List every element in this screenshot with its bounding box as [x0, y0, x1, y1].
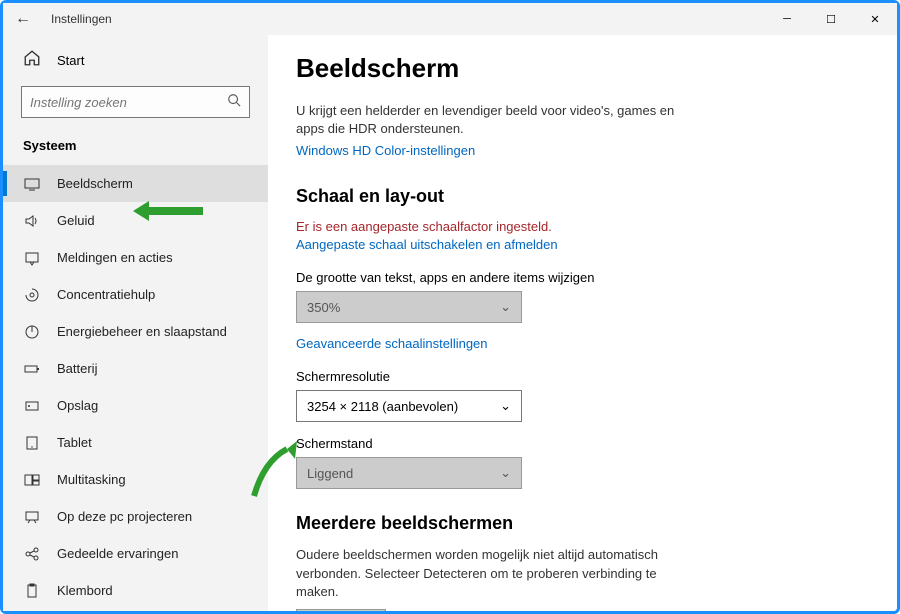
textsize-value: 350% — [307, 300, 340, 315]
textsize-label: De grootte van tekst, apps en andere ite… — [296, 270, 869, 285]
nav-multitasking[interactable]: Multitasking — [3, 461, 268, 498]
orientation-value: Liggend — [307, 466, 353, 481]
main-content: Beeldscherm U krijgt een helderder en le… — [268, 35, 897, 611]
maximize-button[interactable]: ☐ — [809, 3, 853, 35]
search-icon — [227, 93, 241, 112]
scale-warning: Er is een aangepaste schaalfactor ingest… — [296, 219, 869, 234]
battery-icon — [23, 361, 41, 377]
multidisplay-heading: Meerdere beeldschermen — [296, 513, 869, 534]
home-label: Start — [57, 53, 84, 68]
disable-scale-link[interactable]: Aangepaste schaal uitschakelen en afmeld… — [296, 237, 558, 252]
hdr-settings-link[interactable]: Windows HD Color-instellingen — [296, 143, 475, 158]
nav-ervaringen[interactable]: Gedeelde ervaringen — [3, 535, 268, 572]
chevron-down-icon: ⌄ — [500, 299, 511, 315]
search-input[interactable] — [30, 95, 227, 110]
minimize-button[interactable]: ─ — [765, 3, 809, 35]
nav-projecteren[interactable]: Op deze pc projecteren — [3, 498, 268, 535]
storage-icon — [23, 398, 41, 414]
home-icon — [23, 49, 41, 72]
titlebar: ← Instellingen ─ ☐ ✕ — [3, 3, 897, 35]
advanced-scale-link[interactable]: Geavanceerde schaalinstellingen — [296, 336, 488, 351]
resolution-label: Schermresolutie — [296, 369, 869, 384]
chevron-down-icon: ⌄ — [500, 398, 511, 414]
nav-tablet[interactable]: Tablet — [3, 424, 268, 461]
close-button[interactable]: ✕ — [853, 3, 897, 35]
multitasking-icon — [23, 472, 41, 488]
sidebar: Start Systeem Beeldscherm Geluid Melding… — [3, 35, 268, 611]
resolution-value: 3254 × 2118 (aanbevolen) — [307, 399, 458, 414]
back-button[interactable]: ← — [3, 10, 43, 28]
focus-icon — [23, 287, 41, 303]
nav-energiebeheer[interactable]: Energiebeheer en slaapstand — [3, 313, 268, 350]
orientation-label: Schermstand — [296, 436, 869, 451]
nav-batterij[interactable]: Batterij — [3, 350, 268, 387]
hdr-description: U krijgt een helderder en levendiger bee… — [296, 102, 696, 138]
nav-opslag[interactable]: Opslag — [3, 387, 268, 424]
shared-icon — [23, 546, 41, 562]
nav-beeldscherm[interactable]: Beeldscherm — [3, 165, 268, 202]
tablet-icon — [23, 435, 41, 451]
resolution-dropdown[interactable]: 3254 × 2118 (aanbevolen) ⌄ — [296, 390, 522, 422]
annotation-arrow — [133, 199, 203, 223]
power-icon — [23, 324, 41, 340]
sound-icon — [23, 213, 41, 229]
scale-heading: Schaal en lay-out — [296, 186, 869, 207]
multidisplay-text: Oudere beeldschermen worden mogelijk nie… — [296, 546, 696, 601]
orientation-dropdown: Liggend ⌄ — [296, 457, 522, 489]
section-label: Systeem — [3, 134, 268, 165]
textsize-dropdown: 350% ⌄ — [296, 291, 522, 323]
annotation-arrow — [249, 441, 299, 501]
nav-meldingen[interactable]: Meldingen en acties — [3, 239, 268, 276]
search-box[interactable] — [21, 86, 250, 118]
clipboard-icon — [23, 583, 41, 599]
display-icon — [23, 176, 41, 192]
detect-button[interactable]: Detecteren — [296, 609, 386, 611]
home-button[interactable]: Start — [3, 43, 268, 82]
page-title: Beeldscherm — [296, 53, 869, 84]
notifications-icon — [23, 250, 41, 266]
nav-concentratiehulp[interactable]: Concentratiehulp — [3, 276, 268, 313]
project-icon — [23, 509, 41, 525]
nav-klembord[interactable]: Klembord — [3, 572, 268, 609]
chevron-down-icon: ⌄ — [500, 465, 511, 481]
window-title: Instellingen — [43, 12, 765, 26]
